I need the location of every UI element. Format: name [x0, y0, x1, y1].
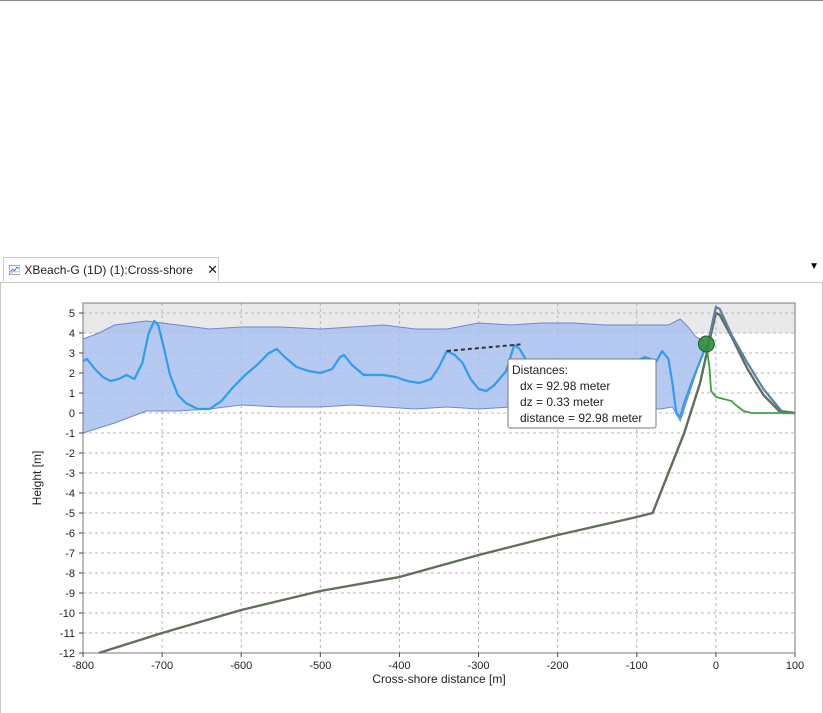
x-tick-label: -700 [151, 660, 173, 672]
y-tick-label: 5 [69, 308, 75, 320]
y-tick-label: 4 [69, 328, 75, 340]
y-tick-label: 1 [69, 388, 75, 400]
tab-bar: XBeach-G (1D) (1):Cross-shore ✕ ▼ [0, 256, 823, 283]
x-tick-label: -200 [547, 660, 569, 672]
y-tick-label: -11 [60, 628, 75, 640]
x-tick-label: -600 [230, 660, 252, 672]
y-tick-label: -8 [65, 568, 75, 580]
chart-panel: -800 -700 -600 -500 -400 -300 -200 -100 0 100 5 4 3 2… [0, 283, 823, 713]
y-tick-label: -12 [59, 648, 75, 660]
x-tick-label: -100 [626, 660, 648, 672]
y-tick-label: -10 [59, 608, 75, 620]
x-axis-label: Cross-shore distance [m] [372, 672, 505, 686]
x-tick-label: -500 [309, 660, 331, 672]
x-tick-label: 100 [786, 660, 804, 672]
x-tick-label: -400 [388, 660, 410, 672]
y-tick-label: -5 [65, 508, 75, 520]
tooltip-dx: dx = 92.98 meter [520, 379, 610, 393]
tab-cross-shore[interactable]: XBeach-G (1D) (1):Cross-shore ✕ [3, 257, 219, 281]
cross-shore-chart[interactable]: -800 -700 -600 -500 -400 -300 -200 -100 0 1005432… [1, 283, 822, 713]
y-tick-label: -1 [65, 428, 75, 440]
tooltip-title: Distances: [512, 363, 568, 377]
x-tick-label: 0 [713, 660, 719, 672]
y-tick-label: 2 [69, 368, 75, 380]
position-marker[interactable] [697, 335, 715, 353]
y-tick-label: 3 [69, 348, 75, 360]
tooltip-dz: dz = 0.33 meter [520, 395, 604, 409]
tab-title: XBeach-G (1D) (1):Cross-shore [24, 262, 194, 277]
y-tick-label: -3 [65, 468, 75, 480]
close-icon[interactable]: ✕ [207, 262, 218, 278]
y-tick-label: -2 [65, 448, 75, 460]
distance-tooltip: Distances: dx = 92.98 meter dz = 0.33 me… [507, 358, 657, 429]
tooltip-distance: distance = 92.98 meter [520, 411, 642, 425]
x-tick-label: -300 [468, 660, 490, 672]
tab-menu-dropdown-icon[interactable]: ▼ [809, 261, 819, 272]
y-tick-label: -6 [65, 528, 75, 540]
x-tick-label: -800 [72, 660, 94, 672]
chart-icon [9, 264, 21, 275]
y-tick-label: -7 [65, 548, 75, 560]
top-divider [0, 0, 823, 1]
y-tick-label: 0 [69, 408, 75, 420]
y-tick-label: -9 [65, 588, 75, 600]
y-axis-label: Height [m] [30, 451, 44, 506]
y-tick-label: -4 [65, 488, 75, 500]
